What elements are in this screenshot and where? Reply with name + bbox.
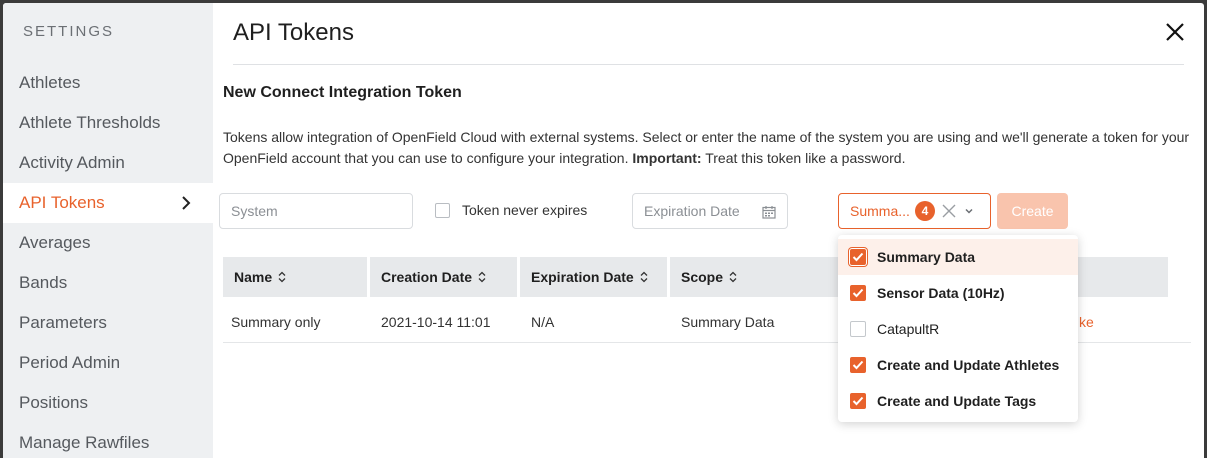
section-title: New Connect Integration Token <box>223 84 462 101</box>
scope-count-badge: 4 <box>914 201 935 221</box>
clear-icon[interactable] <box>941 203 957 219</box>
description: Tokens allow integration of OpenField Cl… <box>223 127 1193 169</box>
sidebar-item-bands[interactable]: Bands <box>3 263 213 303</box>
description-text-end: Treat this token like a password. <box>701 150 906 166</box>
scope-option-label: CatapultR <box>877 321 940 337</box>
check-icon <box>852 396 864 406</box>
scope-dropdown-menu: Summary Data Sensor Data (10Hz) Catapult… <box>838 235 1078 422</box>
sidebar-item-label: Averages <box>19 233 91 252</box>
checkbox-checked[interactable] <box>850 249 866 265</box>
checkbox-checked[interactable] <box>850 357 866 373</box>
column-label: Expiration Date <box>531 269 634 285</box>
expiration-placeholder: Expiration Date <box>644 203 740 219</box>
sidebar-item-label: Manage Rawfiles <box>19 433 150 452</box>
sidebar-item-positions[interactable]: Positions <box>3 383 213 423</box>
sidebar-item-label: API Tokens <box>19 193 105 212</box>
sidebar-item-manage-rawfiles[interactable]: Manage Rawfiles <box>3 423 213 458</box>
token-never-expires-label: Token never expires <box>462 202 588 218</box>
sidebar-item-athletes[interactable]: Athletes <box>3 63 213 103</box>
table-header: Name Creation Date Expiration Date Scope <box>223 257 883 297</box>
scope-option-label: Sensor Data (10Hz) <box>877 285 1005 301</box>
sidebar-item-label: Period Admin <box>19 353 121 372</box>
column-header-actions <box>1075 257 1168 297</box>
column-label: Creation Date <box>381 269 473 285</box>
check-icon <box>852 252 864 262</box>
sidebar-item-label: Bands <box>19 273 68 292</box>
close-icon[interactable] <box>1164 21 1186 43</box>
scope-option-label: Summary Data <box>877 249 976 265</box>
sidebar-item-parameters[interactable]: Parameters <box>3 303 213 343</box>
column-header-creation-date[interactable]: Creation Date <box>370 257 517 297</box>
sidebar-item-label: Activity Admin <box>19 153 125 172</box>
sort-icon <box>640 271 648 283</box>
sidebar-item-label: Athletes <box>19 73 81 92</box>
token-never-expires-checkbox[interactable]: Token never expires <box>435 202 587 218</box>
revoke-link[interactable]: ke <box>1079 314 1094 330</box>
sort-icon <box>729 271 737 283</box>
cell-name: Summary only <box>231 314 321 330</box>
scope-option-catapultr[interactable]: CatapultR <box>838 311 1078 347</box>
cell-scope: Summary Data <box>681 314 775 330</box>
scope-option-sensor-data[interactable]: Sensor Data (10Hz) <box>838 275 1078 311</box>
expiration-date-input[interactable]: Expiration Date <box>632 193 788 229</box>
scope-select[interactable]: Summa... 4 <box>838 193 991 229</box>
sidebar-item-averages[interactable]: Averages <box>3 223 213 263</box>
scope-option-label: Create and Update Athletes <box>877 357 1060 373</box>
column-label: Scope <box>681 269 724 285</box>
sidebar-title: SETTINGS <box>23 23 115 40</box>
sidebar-item-period-admin[interactable]: Period Admin <box>3 343 213 383</box>
create-button[interactable]: Create <box>997 193 1068 229</box>
checkbox-box[interactable] <box>435 202 450 218</box>
chevron-down-icon[interactable] <box>965 208 973 214</box>
cell-expiration-date: N/A <box>531 314 555 330</box>
main-panel: API Tokens New Connect Integration Token… <box>213 3 1204 458</box>
scope-option-create-update-tags[interactable]: Create and Update Tags <box>838 383 1078 419</box>
sidebar-item-activity-admin[interactable]: Activity Admin <box>3 143 213 183</box>
scope-option-summary-data[interactable]: Summary Data <box>838 239 1078 275</box>
settings-modal: SETTINGS Athletes Athlete Thresholds Act… <box>3 3 1204 458</box>
sort-icon <box>478 271 486 283</box>
settings-sidebar: SETTINGS Athletes Athlete Thresholds Act… <box>3 3 213 458</box>
cell-creation-date: 2021-10-14 11:01 <box>381 314 491 330</box>
scope-option-label: Create and Update Tags <box>877 393 1037 409</box>
chevron-right-icon <box>182 196 191 210</box>
column-label: Name <box>234 269 273 285</box>
sidebar-item-label: Positions <box>19 393 88 412</box>
check-icon <box>852 360 864 370</box>
checkbox-unchecked[interactable] <box>850 321 866 337</box>
column-header-expiration-date[interactable]: Expiration Date <box>520 257 667 297</box>
system-input[interactable]: System <box>219 193 413 229</box>
sidebar-item-label: Athlete Thresholds <box>19 113 161 132</box>
checkbox-checked[interactable] <box>850 285 866 301</box>
column-header-name[interactable]: Name <box>223 257 367 297</box>
sort-icon <box>278 271 286 283</box>
checkbox-checked[interactable] <box>850 393 866 409</box>
sidebar-item-api-tokens[interactable]: API Tokens <box>3 183 213 223</box>
description-important: Important: <box>632 150 702 166</box>
sidebar-item-athlete-thresholds[interactable]: Athlete Thresholds <box>3 103 213 143</box>
scope-option-create-update-athletes[interactable]: Create and Update Athletes <box>838 347 1078 383</box>
system-placeholder: System <box>231 203 278 219</box>
scope-selected-value: Summa... <box>850 203 910 219</box>
check-icon <box>852 288 864 298</box>
sidebar-item-label: Parameters <box>19 313 107 332</box>
header-divider <box>233 64 1184 65</box>
calendar-icon <box>762 206 776 219</box>
page-title: API Tokens <box>233 19 354 46</box>
